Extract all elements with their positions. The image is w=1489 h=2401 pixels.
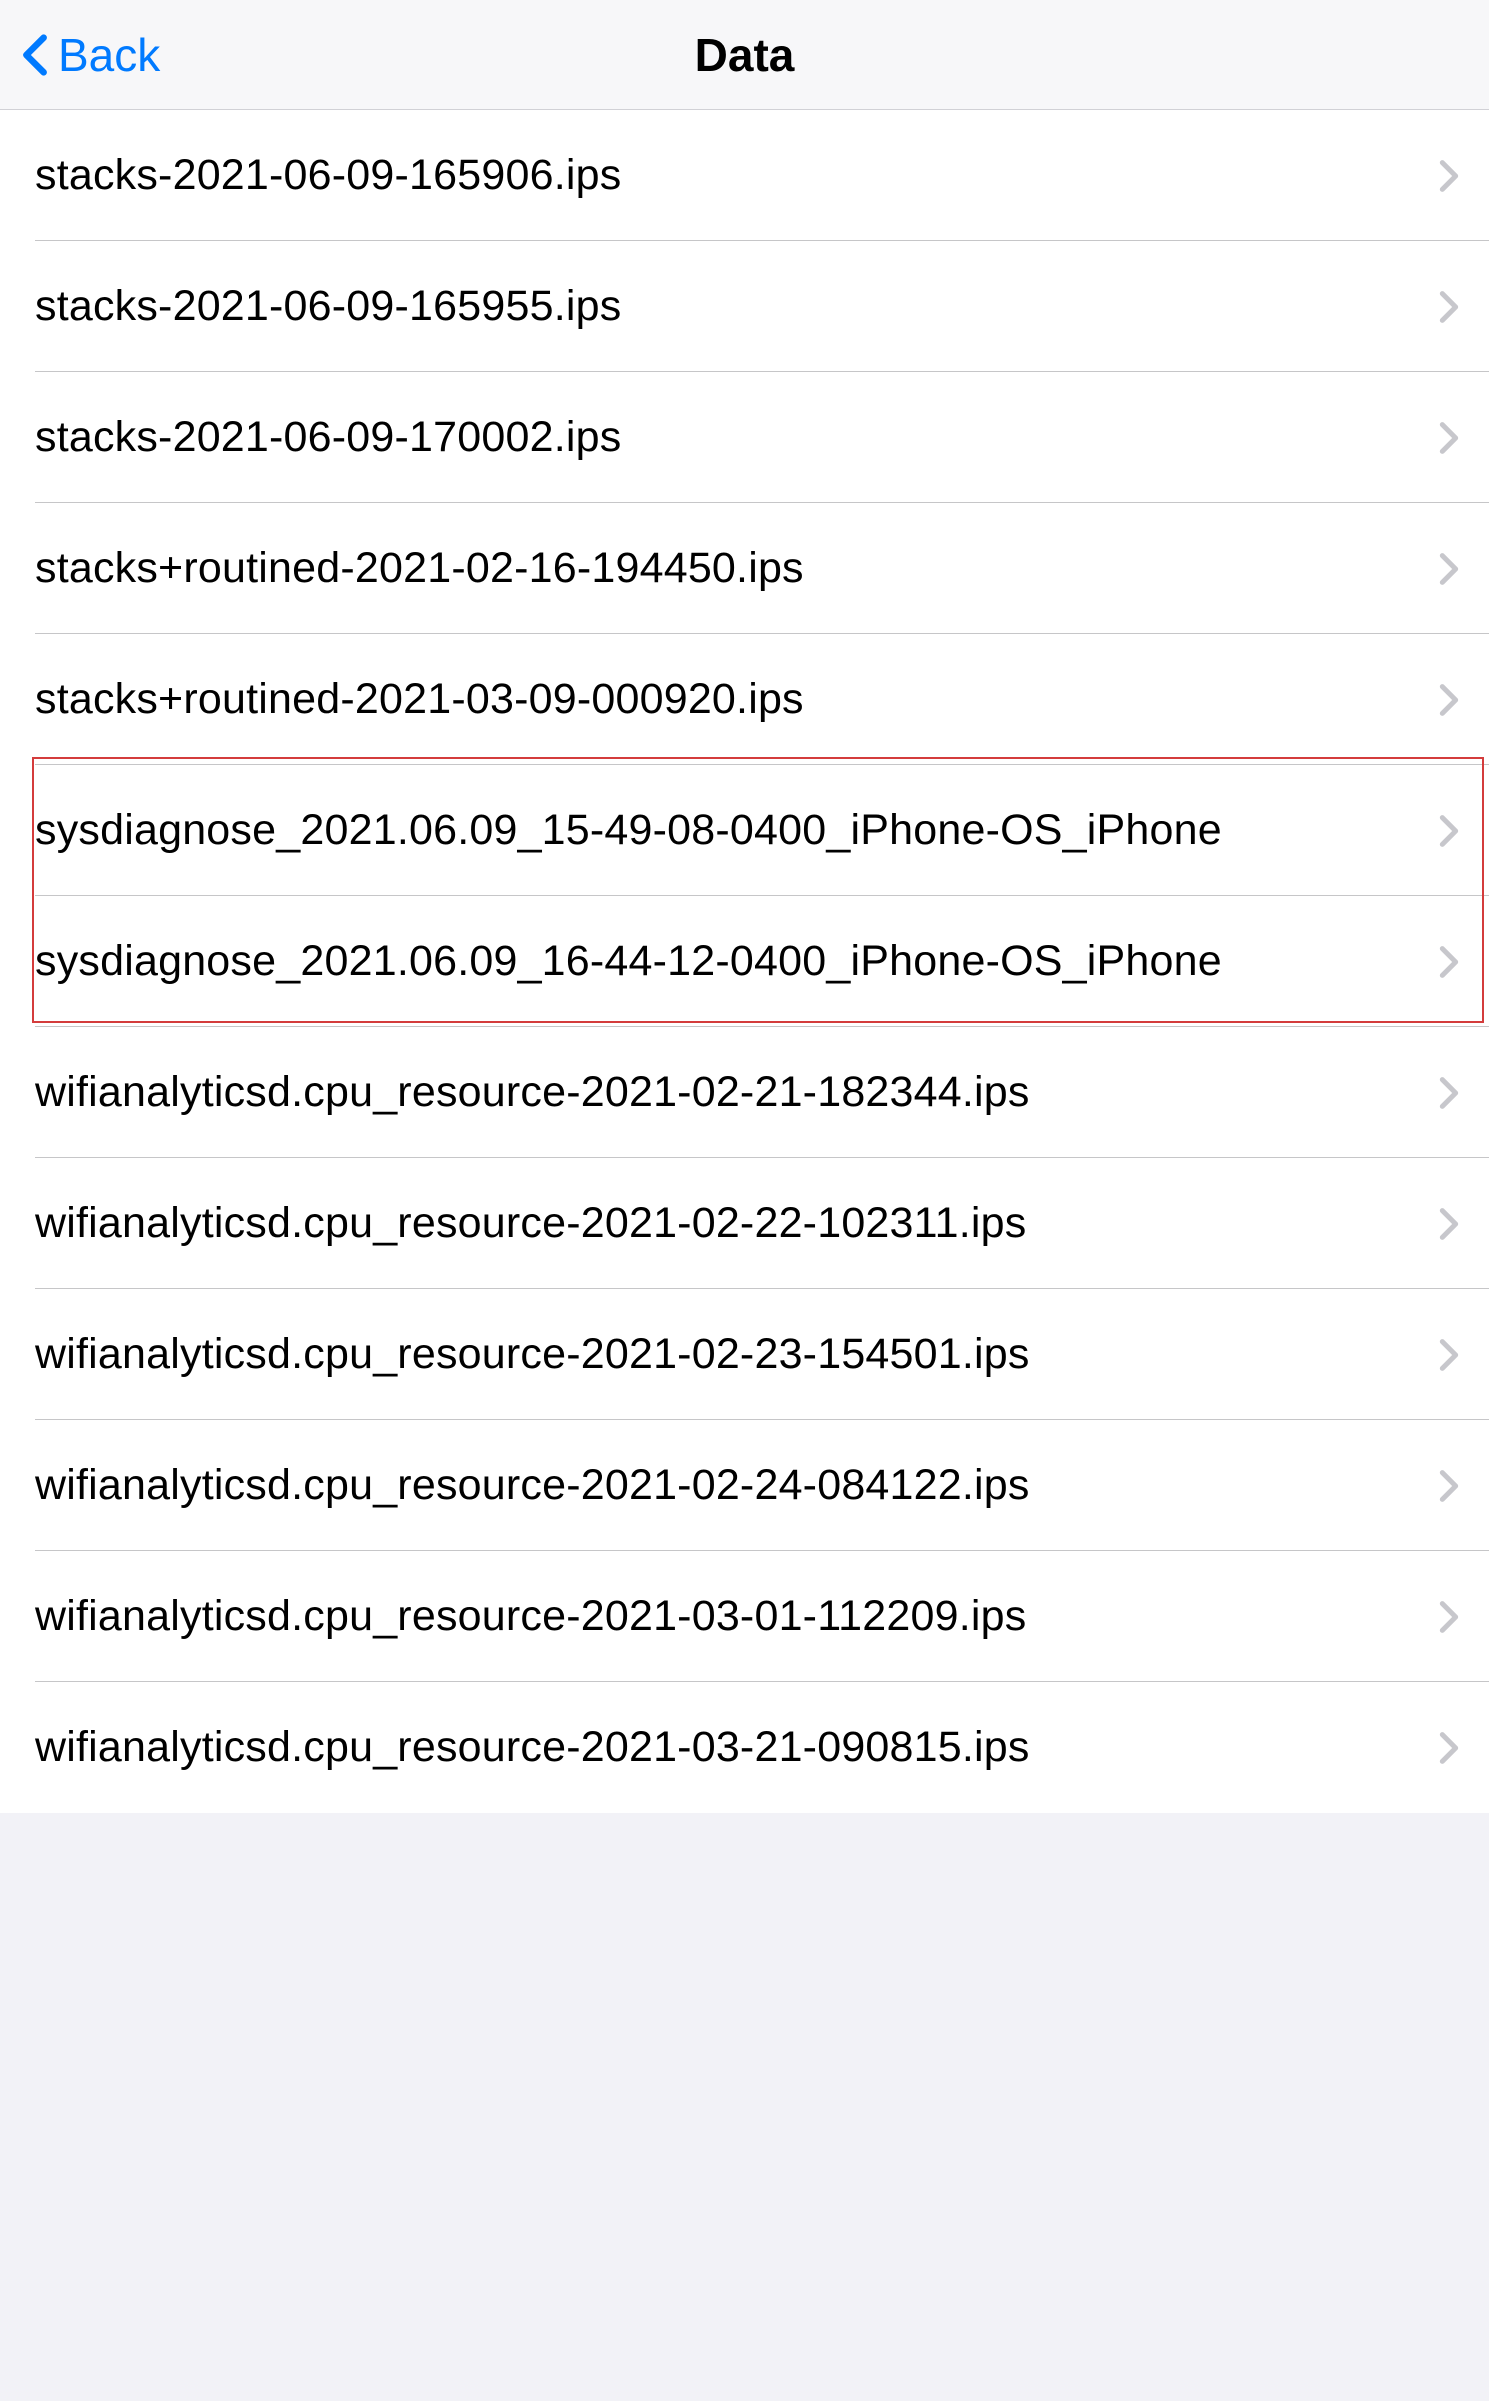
- list-item[interactable]: wifianalyticsd.cpu_resource-2021-02-24-0…: [0, 1420, 1489, 1551]
- chevron-right-icon: [1439, 1600, 1459, 1634]
- chevron-right-icon: [1439, 1076, 1459, 1110]
- list-item[interactable]: sysdiagnose_2021.06.09_15-49-08-0400_iPh…: [0, 765, 1489, 896]
- list-item-label: stacks+routined-2021-02-16-194450.ips: [35, 544, 1439, 593]
- list-item-label: wifianalyticsd.cpu_resource-2021-03-21-0…: [35, 1723, 1439, 1772]
- chevron-right-icon: [1439, 1469, 1459, 1503]
- list-item-label: stacks-2021-06-09-170002.ips: [35, 413, 1439, 462]
- list-item-label: stacks-2021-06-09-165955.ips: [35, 282, 1439, 331]
- list-item[interactable]: wifianalyticsd.cpu_resource-2021-03-21-0…: [0, 1682, 1489, 1813]
- back-button[interactable]: Back: [20, 28, 160, 82]
- list-item-label: wifianalyticsd.cpu_resource-2021-02-22-1…: [35, 1199, 1439, 1248]
- list-item[interactable]: stacks+routined-2021-02-16-194450.ips: [0, 503, 1489, 634]
- chevron-right-icon: [1439, 814, 1459, 848]
- file-list: stacks-2021-06-09-165906.ips stacks-2021-…: [0, 110, 1489, 1813]
- list-item[interactable]: stacks-2021-06-09-165955.ips: [0, 241, 1489, 372]
- list-item[interactable]: wifianalyticsd.cpu_resource-2021-02-22-1…: [0, 1158, 1489, 1289]
- chevron-right-icon: [1439, 1338, 1459, 1372]
- list-item[interactable]: sysdiagnose_2021.06.09_16-44-12-0400_iPh…: [0, 896, 1489, 1027]
- list-item[interactable]: wifianalyticsd.cpu_resource-2021-03-01-1…: [0, 1551, 1489, 1682]
- chevron-right-icon: [1439, 552, 1459, 586]
- chevron-right-icon: [1439, 1207, 1459, 1241]
- chevron-right-icon: [1439, 159, 1459, 193]
- list-item-label: stacks+routined-2021-03-09-000920.ips: [35, 675, 1439, 724]
- list-item-label: wifianalyticsd.cpu_resource-2021-03-01-1…: [35, 1592, 1439, 1641]
- chevron-left-icon: [20, 30, 50, 80]
- list-item-label: wifianalyticsd.cpu_resource-2021-02-24-0…: [35, 1461, 1439, 1510]
- list-item-label: sysdiagnose_2021.06.09_16-44-12-0400_iPh…: [35, 937, 1439, 986]
- chevron-right-icon: [1439, 945, 1459, 979]
- chevron-right-icon: [1439, 421, 1459, 455]
- page-title: Data: [695, 28, 795, 82]
- list-item-label: sysdiagnose_2021.06.09_15-49-08-0400_iPh…: [35, 806, 1439, 855]
- list-item[interactable]: wifianalyticsd.cpu_resource-2021-02-23-1…: [0, 1289, 1489, 1420]
- list-item-label: wifianalyticsd.cpu_resource-2021-02-21-1…: [35, 1068, 1439, 1117]
- list-item[interactable]: wifianalyticsd.cpu_resource-2021-02-21-1…: [0, 1027, 1489, 1158]
- list-item[interactable]: stacks+routined-2021-03-09-000920.ips: [0, 634, 1489, 765]
- list-item-label: stacks-2021-06-09-165906.ips: [35, 151, 1439, 200]
- list-item-label: wifianalyticsd.cpu_resource-2021-02-23-1…: [35, 1330, 1439, 1379]
- back-label: Back: [58, 28, 160, 82]
- chevron-right-icon: [1439, 683, 1459, 717]
- chevron-right-icon: [1439, 1731, 1459, 1765]
- list-item[interactable]: stacks-2021-06-09-170002.ips: [0, 372, 1489, 503]
- chevron-right-icon: [1439, 290, 1459, 324]
- list-item[interactable]: stacks-2021-06-09-165906.ips: [0, 110, 1489, 241]
- nav-bar: Back Data: [0, 0, 1489, 110]
